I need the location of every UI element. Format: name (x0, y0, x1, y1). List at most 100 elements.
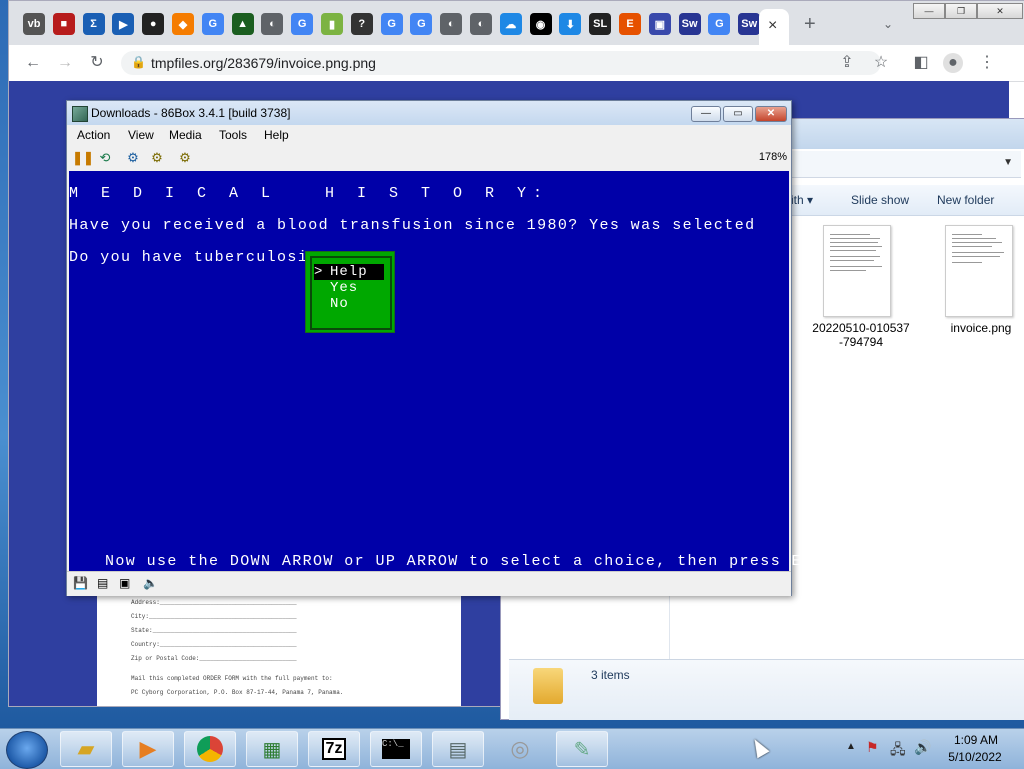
forward-icon[interactable]: → (55, 53, 75, 73)
menu-help[interactable]: Help (264, 128, 289, 142)
emulated-screen[interactable]: M E D I C A L H I S T O R Y: Have you re… (69, 171, 853, 571)
download-icon[interactable]: ⬇ (559, 13, 582, 35)
google-icon[interactable]: G (201, 13, 224, 35)
taskbar-86box-icon[interactable]: ▦ (246, 731, 298, 767)
minimize-button[interactable]: — (913, 3, 945, 19)
screen-heading: M E D I C A L H I S T O R Y: (69, 185, 550, 202)
taskbar-window-icon[interactable]: ▤ (432, 731, 484, 767)
sw-icon[interactable]: Sw (738, 13, 761, 35)
option-yes[interactable]: Yes (330, 280, 358, 296)
close-button[interactable]: ✕ (977, 3, 1023, 19)
file-thumbnail[interactable] (945, 225, 1013, 317)
sigma-icon[interactable]: Σ (82, 13, 105, 35)
google-icon[interactable]: G (380, 13, 403, 35)
google-icon[interactable]: G (410, 13, 433, 35)
action-center-icon[interactable]: ⚑ (866, 739, 879, 756)
start-button[interactable] (6, 731, 48, 769)
triangle-icon[interactable]: ▲ (231, 13, 254, 35)
restore-button[interactable]: ❐ (945, 3, 977, 19)
clock-time[interactable]: 1:09 AM (946, 733, 1006, 747)
active-tab[interactable]: × (759, 9, 789, 45)
option-no[interactable]: No (330, 296, 349, 312)
close-tab-icon[interactable]: × (768, 17, 777, 35)
dark-circle-icon[interactable]: ● (142, 13, 165, 35)
taskbar-disc-icon[interactable]: ◎ (494, 731, 546, 767)
file-thumbnail[interactable] (823, 225, 891, 317)
slide-show-button[interactable]: Slide show (851, 193, 909, 207)
86box-app-icon (72, 106, 88, 122)
ctrl-alt-del-icon[interactable]: ⚙ (125, 150, 141, 166)
close-button[interactable]: ✕ (755, 106, 787, 122)
sl-icon[interactable]: SL (589, 13, 612, 35)
disk-icon[interactable]: ▤ (97, 576, 113, 592)
vb-icon[interactable]: vb (23, 13, 45, 35)
option-help[interactable]: Help (330, 264, 368, 280)
question-2: Do you have tuberculosis? (69, 249, 330, 266)
new-folder-button[interactable]: New folder (937, 193, 994, 207)
file-name[interactable]: invoice.png (931, 321, 1024, 335)
taskbar-explorer-icon[interactable]: ▰ (60, 731, 112, 767)
sw-icon[interactable]: Sw (678, 13, 701, 35)
floppy-icon[interactable]: ▣ (648, 13, 671, 35)
explorer-status-bar: 3 items (509, 659, 1024, 720)
menu-view[interactable]: View (128, 128, 154, 142)
menu-kebab-icon[interactable]: ⋮ (977, 53, 997, 73)
show-hidden-icons-icon[interactable]: ▲ (846, 741, 856, 752)
menu-media[interactable]: Media (169, 128, 202, 142)
bookmark-star-icon[interactable]: ☆ (871, 53, 891, 73)
menu-action[interactable]: Action (77, 128, 110, 142)
reset-icon[interactable]: ⟲ (97, 150, 113, 166)
new-tab-button[interactable]: + (804, 13, 816, 36)
taskbar-chrome-icon[interactable] (184, 731, 236, 767)
share-icon[interactable]: ⇪ (837, 53, 857, 73)
back-icon[interactable]: ← (23, 53, 43, 73)
help-icon[interactable]: ? (350, 13, 373, 35)
cloud-icon[interactable]: ☁ (499, 13, 522, 35)
google-icon[interactable]: G (291, 13, 314, 35)
globe-icon[interactable]: ◐ (440, 13, 463, 35)
window-title: Downloads - 86Box 3.4.1 [build 3738] (91, 106, 291, 120)
clock-date[interactable]: 5/10/2022 (942, 750, 1008, 764)
emulator-titlebar: Downloads - 86Box 3.4.1 [build 3738] — ▭… (67, 101, 791, 125)
taskbar-media-player-icon[interactable]: ▶ (122, 731, 174, 767)
floppy-drive-icon[interactable]: 💾 (73, 576, 89, 592)
selection-marker: > (314, 264, 324, 280)
taskbar-cmd-icon[interactable]: C:\_ (370, 731, 422, 767)
globe-icon[interactable]: ◐ (470, 13, 492, 35)
volume-icon[interactable]: 🔊 (914, 739, 931, 756)
file-name[interactable]: 20220510-010537 -794794 (801, 321, 921, 349)
e-icon[interactable]: E (619, 13, 641, 35)
menu-bar: Action View Media Tools Help (67, 125, 791, 145)
side-panel-icon[interactable]: ◧ (911, 53, 931, 73)
share-with-button[interactable]: ith ▾ (791, 193, 813, 207)
github-icon[interactable]: ◉ (529, 13, 552, 35)
google-icon[interactable]: G (708, 13, 731, 35)
emulator-window: Downloads - 86Box 3.4.1 [build 3738] — ▭… (66, 100, 853, 596)
taskbar-7zip-icon[interactable]: 7z (308, 731, 360, 767)
address-dropdown-icon[interactable]: ▼ (1003, 157, 1013, 168)
emulator-status-bar: 💾 ▤ ▣ 🔈 (67, 571, 791, 596)
sound-icon[interactable]: 🔈 (143, 576, 159, 592)
diamond-icon[interactable]: ◆ (172, 13, 194, 35)
menu-tools[interactable]: Tools (219, 128, 247, 142)
invoice-line: Mail this completed ORDER FORM with the … (131, 675, 333, 682)
tab-strip: vb ■ Σ ▶ ● ◆ G ▲ ◐ G ▮? G G ◐ ◐ ☁ ◉ ⬇ SL E ▣ Sw G Sw × + ⌄ — ❐ … (9, 1, 1024, 45)
url-field[interactable]: 🔒 tmpfiles.org/283679/invoice.png.png (121, 51, 881, 75)
tab-search-chevron-icon[interactable]: ⌄ (883, 17, 893, 31)
play-box-icon[interactable]: ▶ (112, 13, 135, 35)
lock-icon: 🔒 (131, 55, 146, 69)
cdrom-icon[interactable]: ▣ (119, 576, 135, 592)
pause-icon[interactable]: ❚❚ (72, 150, 94, 166)
globe-icon[interactable]: ◐ (261, 13, 284, 35)
taskbar-paint-icon[interactable]: ✎ (556, 731, 608, 767)
minimize-button[interactable]: — (691, 106, 721, 122)
network-icon[interactable]: 🖧 (890, 739, 906, 763)
profile-avatar-icon[interactable]: ● (943, 53, 963, 73)
hard-reset-icon[interactable]: ⚙ (149, 150, 165, 166)
reload-icon[interactable]: ↻ (87, 53, 107, 73)
invoice-line: PC Cyborg Corporation, P.O. Box 87-17-44… (131, 689, 344, 696)
maximize-button[interactable]: ▭ (723, 106, 753, 122)
red-square-icon[interactable]: ■ (52, 13, 75, 35)
settings-icon[interactable]: ⚙ (177, 150, 193, 166)
bars-icon[interactable]: ▮ (321, 13, 343, 35)
